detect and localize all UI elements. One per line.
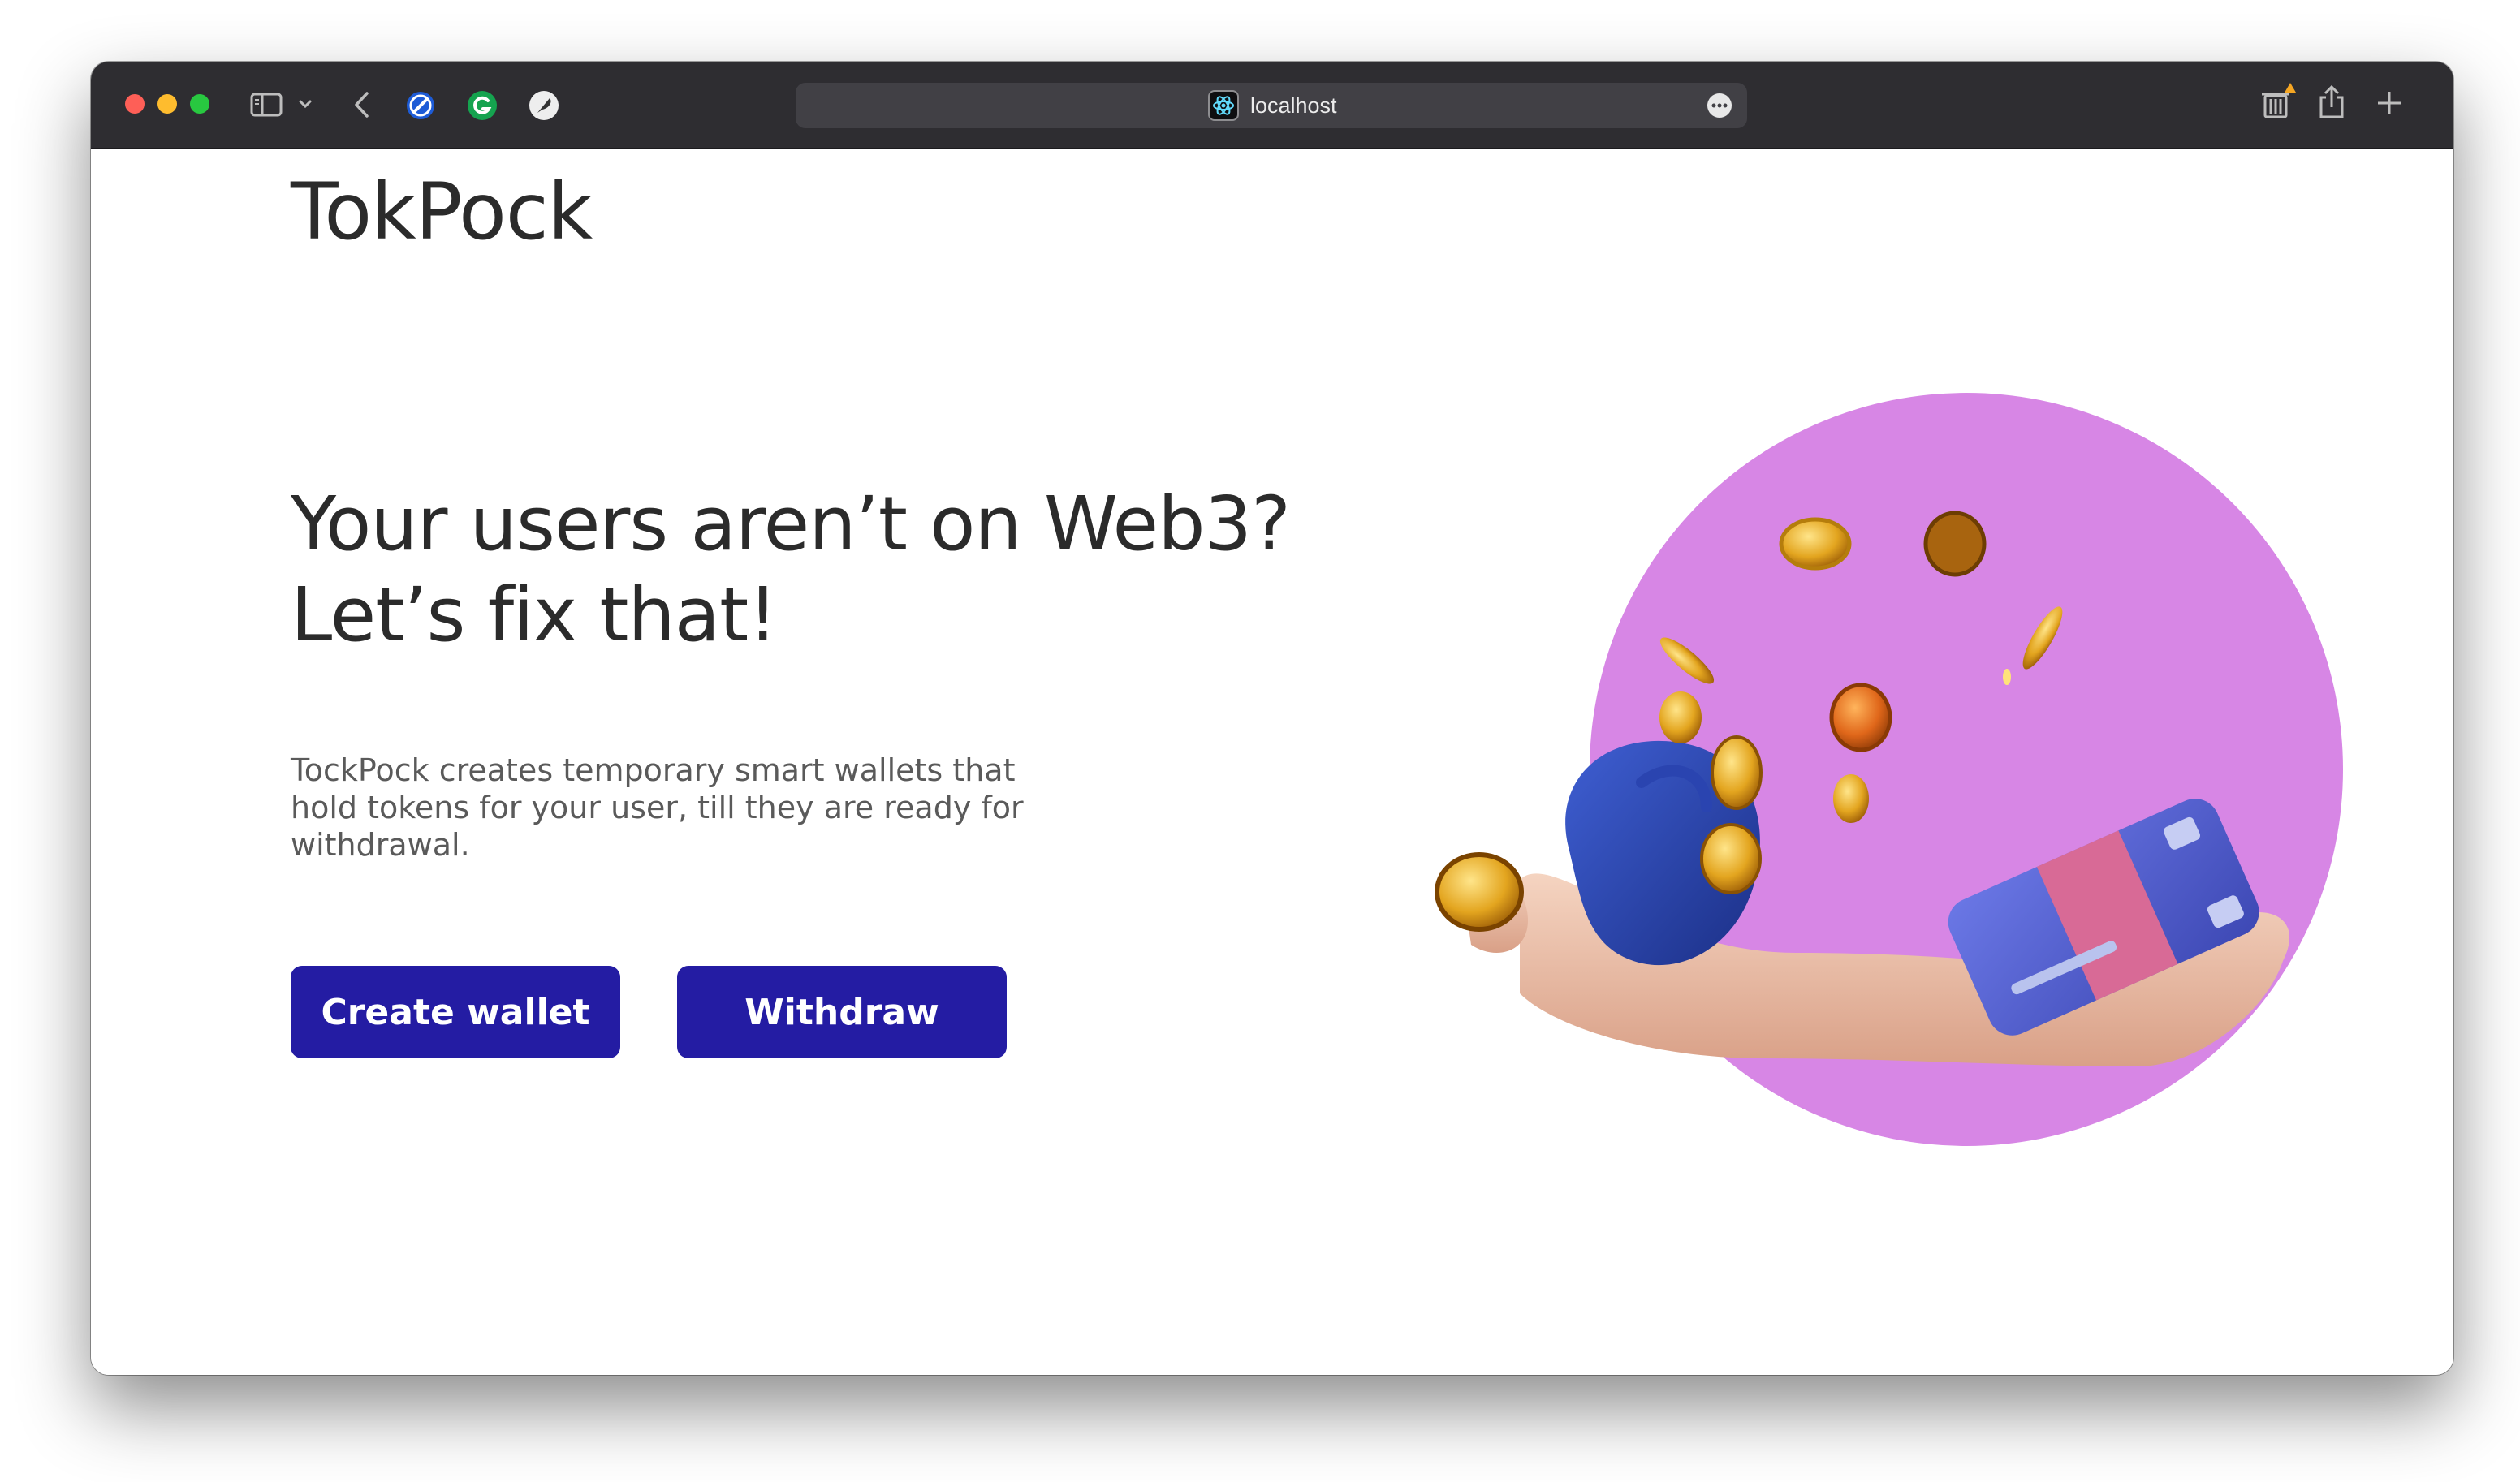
more-icon[interactable]	[1707, 93, 1732, 118]
address-bar[interactable]: localhost	[796, 83, 1747, 128]
hero-illustration	[1435, 393, 2343, 1146]
back-icon[interactable]	[352, 91, 370, 118]
trash-icon[interactable]	[2255, 80, 2299, 123]
chevron-down-icon[interactable]	[299, 99, 312, 109]
share-icon[interactable]	[2315, 84, 2348, 120]
compass-extension-icon[interactable]	[404, 89, 437, 122]
page-content: TokPock Your users aren’t on Web3? Let’s…	[91, 149, 2453, 1375]
plus-icon[interactable]	[2375, 89, 2403, 117]
react-site-icon	[1208, 90, 1239, 121]
hero-headline-line2: Let’s fix that!	[291, 571, 778, 658]
close-window-button[interactable]	[125, 94, 145, 114]
grammarly-icon[interactable]	[466, 89, 498, 122]
feather-extension-icon[interactable]	[528, 89, 560, 122]
withdraw-button[interactable]: Withdraw	[677, 966, 1007, 1058]
hero-headline-line1: Your users aren’t on Web3?	[291, 480, 1291, 567]
address-url: localhost	[1250, 93, 1337, 118]
browser-window: localhost TokPock Your users aren’t on W…	[91, 62, 2453, 1375]
brand-logo[interactable]: TokPock	[291, 167, 593, 256]
sidebar-icon[interactable]	[250, 93, 283, 117]
create-wallet-button[interactable]: Create wallet	[291, 966, 620, 1058]
hero-headline: Your users aren’t on Web3? Let’s fix tha…	[291, 479, 1427, 661]
hero-description: TockPock creates temporary smart wallets…	[291, 752, 1024, 863]
minimize-window-button[interactable]	[158, 94, 177, 114]
browser-toolbar: localhost	[91, 62, 2453, 149]
zoom-window-button[interactable]	[190, 94, 209, 114]
